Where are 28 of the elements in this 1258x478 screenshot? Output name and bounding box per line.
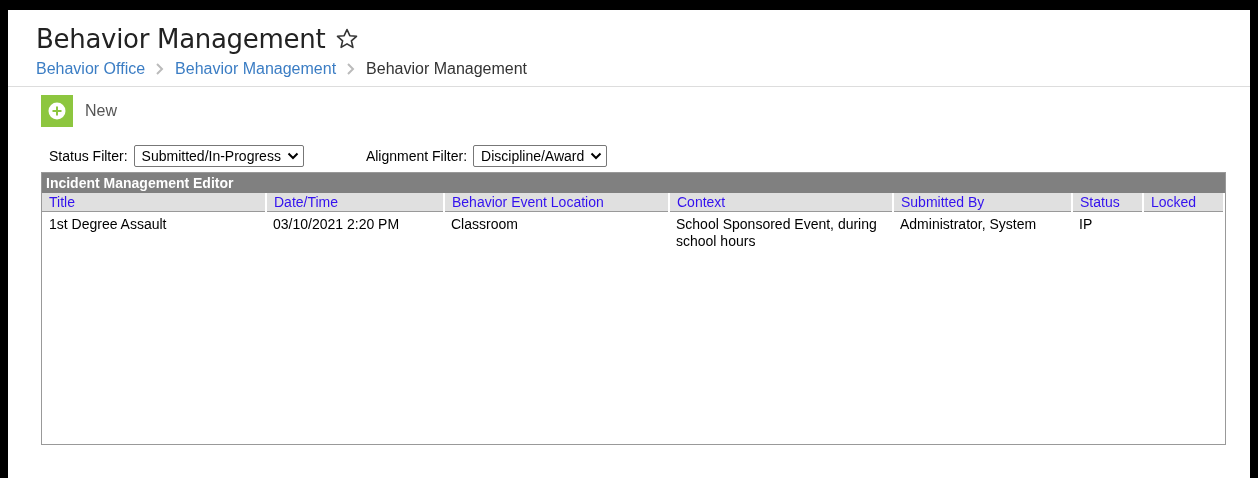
- table-cell: 1st Degree Assault: [42, 211, 266, 254]
- new-label[interactable]: New: [85, 102, 117, 120]
- breadcrumb-link[interactable]: Behavior Management: [175, 60, 337, 78]
- table-title: Incident Management Editor: [42, 173, 1225, 193]
- filter-label: Alignment Filter:: [365, 148, 468, 164]
- table-cell: IP: [1072, 211, 1143, 254]
- table-cell: 03/10/2021 2:20 PM: [266, 211, 444, 254]
- column-header[interactable]: Submitted By: [893, 193, 1072, 212]
- chevron-icon: [155, 62, 166, 76]
- star-icon[interactable]: [335, 27, 360, 51]
- breadcrumb-current: Behavior Management: [366, 60, 528, 78]
- chevron-down-icon[interactable]: [286, 151, 299, 161]
- breadcrumb-link[interactable]: Behavior Office: [36, 60, 146, 78]
- table-cell: Administrator, System: [893, 211, 1072, 254]
- filter-label: Status Filter:: [49, 148, 128, 164]
- page-title: Behavior Management: [36, 24, 326, 54]
- column-header[interactable]: Title: [42, 193, 266, 212]
- filter-dropdown[interactable]: Submitted/In-Progress: [133, 145, 304, 167]
- chevron-icon: [346, 62, 357, 76]
- table-cell: School Sponsored Event, during school hours: [669, 211, 893, 254]
- column-header[interactable]: Status: [1072, 193, 1143, 212]
- column-header[interactable]: Behavior Event Location: [444, 193, 669, 212]
- filter-dropdown[interactable]: Discipline/Award: [473, 145, 608, 167]
- chevron-down-icon[interactable]: [590, 151, 603, 161]
- table-cell: Classroom: [444, 211, 669, 254]
- column-header[interactable]: Locked: [1143, 193, 1224, 212]
- column-header[interactable]: Context: [669, 193, 893, 212]
- column-header[interactable]: Date/Time: [266, 193, 444, 212]
